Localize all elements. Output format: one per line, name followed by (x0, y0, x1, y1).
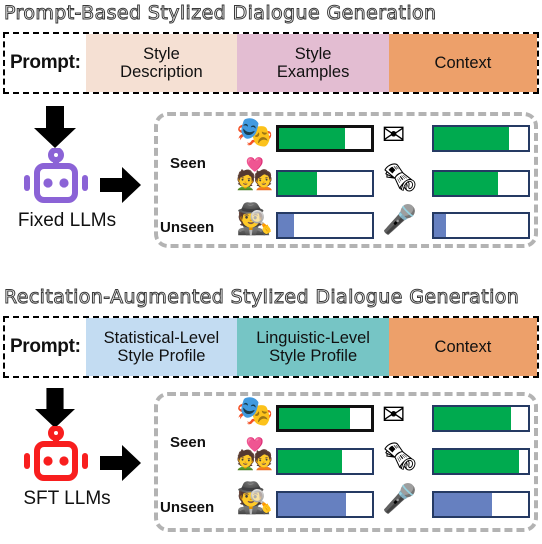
down-arrow-icon (34, 106, 76, 148)
bar-fill (278, 172, 318, 195)
bar-fill (278, 493, 346, 516)
news-topic-icon: 🗞 (382, 440, 418, 473)
shakespeare-persona-icon: 🎭 (236, 394, 274, 429)
email-topic-icon: ✉ (382, 118, 406, 151)
bar-track (276, 448, 374, 475)
singer-topic-icon: 🎤 (382, 203, 417, 236)
robot-icon (24, 148, 88, 203)
prompt-segment-context: Context (388, 318, 537, 376)
bar-fill (279, 128, 346, 149)
section-prompt-based: Prompt-Based Stylized Dialogue Generatio… (0, 0, 542, 272)
bar-fill (434, 450, 519, 473)
down-arrow-icon (35, 388, 75, 428)
model-caption-fixed-llms: Fixed LLMs (17, 210, 117, 231)
group-label-seen: Seen (170, 434, 206, 451)
detective-persona-icon: 🕵 (236, 481, 274, 516)
bar-track (432, 170, 530, 197)
bar-fill (434, 127, 510, 150)
bar-track (276, 170, 374, 197)
bar-fill (434, 172, 498, 195)
group-label-seen: Seen (170, 155, 206, 172)
prompt-row-prompt-based: Prompt: Style Description Style Examples… (3, 32, 539, 94)
bar-track (432, 448, 530, 475)
prompt-segment-context: Context (388, 34, 537, 92)
section-title-recitation-augmented: Recitation-Augmented Stylized Dialogue G… (3, 286, 520, 309)
prompt-segment-linguistic-level-style-profile: Linguistic-Level Style Profile (237, 318, 389, 376)
robot-icon (24, 426, 88, 481)
bar-track (432, 212, 530, 239)
bar-track (276, 212, 374, 239)
singer-topic-icon: 🎤 (382, 482, 417, 515)
bar-track (432, 405, 530, 432)
bar-track (276, 125, 374, 152)
right-arrow-icon (100, 445, 141, 481)
detective-persona-icon: 🕵 (236, 202, 274, 237)
prompt-segment-statistical-level-style-profile: Statistical-Level Style Profile (85, 318, 238, 376)
bar-fill (279, 408, 350, 429)
shakespeare-persona-icon: 🎭 (236, 115, 274, 150)
model-caption-sft-llms: SFT LLMs (23, 488, 111, 509)
romance-persona-icon: 💑 (236, 437, 274, 472)
bar-track (432, 491, 530, 518)
prompt-segment-style-description: Style Description (85, 34, 238, 92)
bar-track (276, 405, 374, 432)
prompt-label: Prompt: (9, 52, 81, 73)
bar-track (276, 491, 374, 518)
section-recitation-augmented: Recitation-Augmented Stylized Dialogue G… (0, 284, 542, 544)
bar-fill (278, 450, 342, 473)
bar-fill (434, 493, 493, 516)
prompt-segment-style-examples: Style Examples (237, 34, 389, 92)
bar-fill (434, 214, 447, 237)
group-label-unseen: Unseen (160, 219, 215, 236)
prompt-row-recitation-augmented: Prompt: Statistical-Level Style Profile … (3, 316, 539, 378)
bar-fill (434, 407, 512, 430)
group-label-unseen: Unseen (160, 499, 215, 516)
news-topic-icon: 🗞 (382, 161, 418, 194)
bar-track (432, 125, 530, 152)
section-title-prompt-based: Prompt-Based Stylized Dialogue Generatio… (3, 2, 437, 25)
email-topic-icon: ✉ (382, 398, 406, 431)
romance-persona-icon: 💑 (236, 157, 274, 192)
bar-fill (278, 214, 294, 237)
prompt-label: Prompt: (9, 336, 81, 357)
right-arrow-icon (100, 167, 141, 203)
